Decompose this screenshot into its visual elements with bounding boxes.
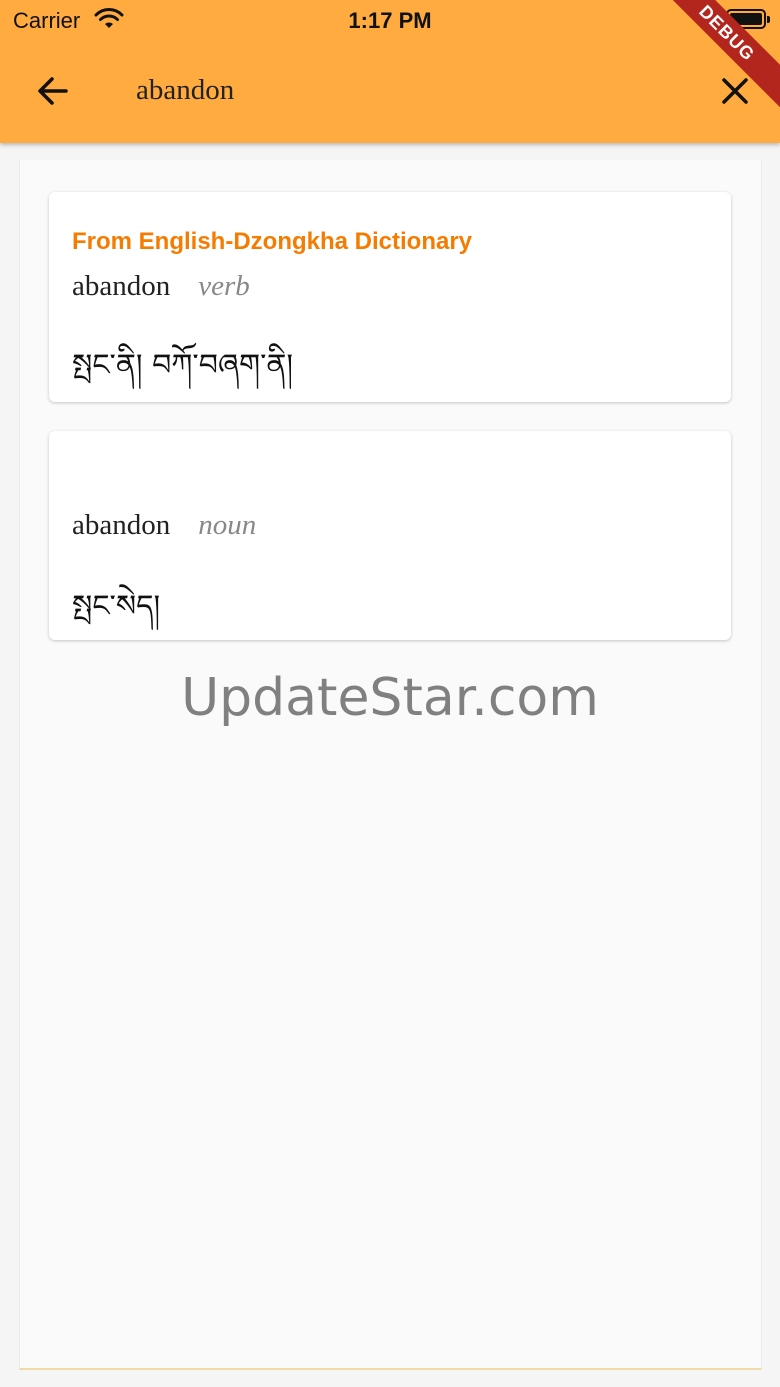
close-icon bbox=[722, 78, 748, 104]
entry-word: abandon bbox=[72, 270, 171, 302]
arrow-left-icon bbox=[38, 77, 68, 105]
status-time: 1:17 PM bbox=[348, 8, 432, 33]
result-card[interactable]: abandon noun སྤང་སེད། bbox=[49, 431, 731, 640]
search-input[interactable]: abandon bbox=[136, 74, 234, 107]
part-of-speech: noun bbox=[198, 509, 257, 541]
status-bar: Carrier 1:17 PM bbox=[0, 0, 780, 40]
part-of-speech: verb bbox=[198, 270, 250, 302]
entry-translation: སྤང་སེད། bbox=[72, 589, 161, 624]
entry-word: abandon bbox=[72, 509, 171, 541]
entry-headword-row: abandon noun bbox=[72, 509, 256, 542]
entry-translation: སྤང་ནི། བཀོ་བཞག་ནི། bbox=[72, 348, 294, 383]
watermark: UpdateStar.com bbox=[181, 668, 599, 728]
back-button[interactable] bbox=[30, 68, 76, 114]
app-bar: Carrier 1:17 PM abandon DEBUG bbox=[0, 0, 780, 143]
result-card[interactable]: From English-Dzongkha Dictionary abandon… bbox=[49, 192, 731, 402]
dictionary-source-label: From English-Dzongkha Dictionary bbox=[72, 228, 473, 255]
entry-headword-row: abandon verb bbox=[72, 270, 250, 303]
